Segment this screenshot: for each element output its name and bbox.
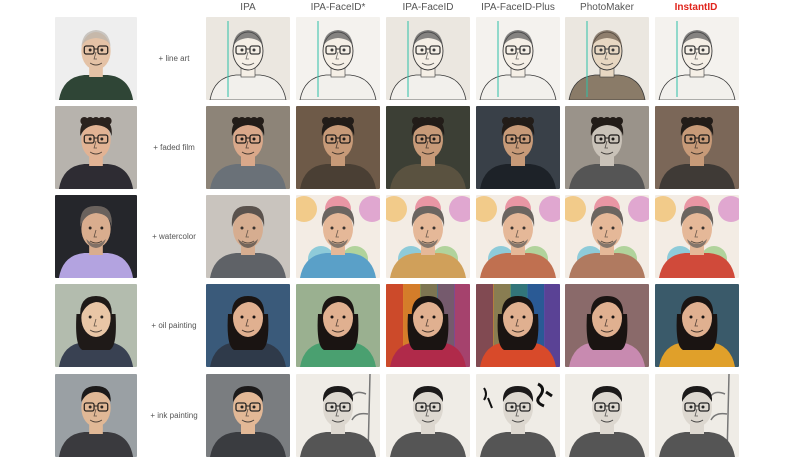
generated-image — [476, 106, 560, 189]
prompt-label: + faded film — [153, 143, 195, 152]
generated-image — [206, 284, 290, 367]
generated-image — [565, 17, 649, 100]
reference-photo — [55, 284, 137, 367]
generated-image — [655, 195, 739, 278]
column-header-ipa-faceid: IPA-FaceID — [402, 2, 454, 13]
column-header-ipa-faceid: IPA-FaceID* — [310, 2, 366, 13]
generated-image — [565, 374, 649, 457]
generated-image — [565, 195, 649, 278]
generated-image — [206, 195, 290, 278]
generated-image — [206, 106, 290, 189]
generated-image — [655, 284, 739, 367]
generated-image — [296, 17, 380, 100]
column-header-ipa: IPA — [240, 2, 256, 13]
generated-image — [386, 374, 470, 457]
generated-image — [476, 17, 560, 100]
generated-image — [655, 106, 739, 189]
generated-image — [655, 17, 739, 100]
prompt-label: + oil painting — [151, 321, 197, 330]
generated-image — [386, 106, 470, 189]
generated-image — [386, 195, 470, 278]
column-header-ipa-faceid-plus: IPA-FaceID-Plus — [481, 2, 555, 13]
column-header-photomaker: PhotoMaker — [580, 2, 634, 13]
reference-photo — [55, 374, 137, 457]
generated-image — [206, 374, 290, 457]
generated-image — [476, 195, 560, 278]
generated-image — [476, 374, 560, 457]
generated-image — [206, 17, 290, 100]
prompt-label: + line art — [158, 54, 190, 63]
column-header-instantid: InstantID — [674, 2, 718, 13]
reference-photo — [55, 17, 137, 100]
reference-photo — [55, 195, 137, 278]
prompt-label: + ink painting — [150, 411, 198, 420]
generated-image — [386, 17, 470, 100]
generated-image — [296, 374, 380, 457]
generated-image — [296, 195, 380, 278]
generated-image — [565, 284, 649, 367]
generated-image — [565, 106, 649, 189]
generated-image — [296, 106, 380, 189]
generated-image — [296, 284, 380, 367]
prompt-label: + watercolor — [152, 232, 196, 241]
generated-image — [476, 284, 560, 367]
generated-image — [386, 284, 470, 367]
generated-image — [655, 374, 739, 457]
reference-photo — [55, 106, 137, 189]
